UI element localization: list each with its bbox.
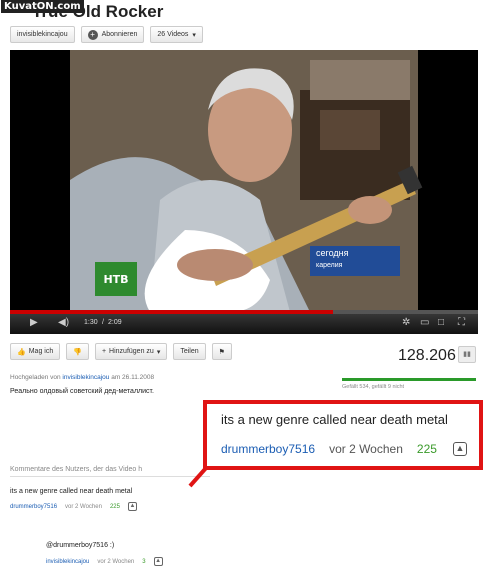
highlight-time: vor 2 Wochen xyxy=(329,442,403,456)
chevron-down-icon: ▾ xyxy=(156,348,161,356)
dislike-button[interactable]: 👎 xyxy=(66,343,89,360)
videos-count: 26 Videos xyxy=(157,31,189,38)
plus-icon: + xyxy=(87,29,98,40)
comment-meta: drummerboy7516 vor 2 Wochen 225 ▲ xyxy=(10,502,137,511)
videos-dropdown[interactable]: 26 Videos ▾ xyxy=(150,26,203,43)
large-player-icon[interactable]: □ xyxy=(438,317,444,329)
action-bar: 👍 Mag ich 👎 + Hinzufügen zu ▾ Teilen ⚑ xyxy=(10,343,232,360)
flag-icon: ⚑ xyxy=(218,348,225,356)
reply-text: @drummerboy7516 :) xyxy=(46,542,115,549)
fullscreen-icon[interactable]: ⛶ xyxy=(458,317,465,329)
highlight-meta: drummerboy7516 vor 2 Wochen 225 ▲ xyxy=(221,442,467,456)
time-total: 2:09 xyxy=(108,319,122,326)
gear-icon[interactable]: ✲ xyxy=(402,317,410,329)
highlight-user-link[interactable]: drummerboy7516 xyxy=(221,442,315,456)
thumbs-down-icon: 👎 xyxy=(73,348,82,356)
upload-user-link[interactable]: invisiblekincajou xyxy=(62,374,109,381)
thumbs-up-icon[interactable]: ▲ xyxy=(127,502,137,511)
highlighted-comment: its a new genre called near death metal … xyxy=(203,400,483,470)
channel-name: invisiblekincajou xyxy=(17,31,68,38)
upload-info: Hochgeladen von invisiblekincajou am 26.… xyxy=(10,374,154,381)
like-ratio-bar xyxy=(342,378,476,381)
highlight-score: 225 xyxy=(416,442,437,456)
bar-chart-icon: ▮▮ xyxy=(463,351,471,358)
upload-prefix: Hochgeladen von xyxy=(10,374,61,381)
like-label: Mag ich xyxy=(28,348,54,355)
small-player-icon[interactable]: ▭ xyxy=(420,317,429,329)
stats-button[interactable]: ▮▮ xyxy=(458,346,476,363)
reply-meta: invisiblekincajou vor 2 Wochen 3 ▲ xyxy=(46,557,163,566)
flag-button[interactable]: ⚑ xyxy=(211,343,232,360)
add-label: Hinzufügen zu xyxy=(109,348,154,355)
highlight-text: its a new genre called near death metal xyxy=(221,412,448,427)
video-player[interactable]: НТВ сегодня карелия xyxy=(10,50,478,312)
subscribe-button[interactable]: + Abonnieren xyxy=(80,26,145,43)
overlay-subcaption: карелия xyxy=(316,262,343,269)
video-frame xyxy=(10,50,478,312)
reply-time: vor 2 Wochen xyxy=(97,558,135,565)
chevron-down-icon: ▾ xyxy=(192,31,196,39)
time-current: 1:30 xyxy=(84,319,98,326)
player-controls: ▶ ◀) 1:30 / 2:09 ✲ ▭ □ ⛶ xyxy=(10,312,478,334)
thumbs-up-icon: 👍 xyxy=(17,348,26,356)
overlay-caption: сегодня xyxy=(316,248,349,258)
likes-text: Gefällt 534, gefällt 9 nicht xyxy=(342,384,405,390)
channel-bar: invisiblekincajou + Abonnieren 26 Videos ▾ xyxy=(10,26,203,43)
progress-bar[interactable] xyxy=(10,310,478,314)
comment-user-link[interactable]: drummerboy7516 xyxy=(10,504,57,510)
add-to-button[interactable]: + Hinzufügen zu ▾ xyxy=(94,343,168,360)
comment-time: vor 2 Wochen xyxy=(65,503,102,510)
like-ratio-fill xyxy=(342,378,474,381)
comment-score: 225 xyxy=(109,503,120,510)
video-description: Реально олдовый советский дед-металлист. xyxy=(10,388,154,395)
channel-name-button[interactable]: invisiblekincajou xyxy=(10,26,75,43)
share-button[interactable]: Teilen xyxy=(173,343,206,360)
thumbs-up-icon[interactable]: ▲ xyxy=(153,557,163,566)
share-label: Teilen xyxy=(180,348,199,355)
ntv-logo: НТВ xyxy=(103,272,129,286)
view-count: 128.206 xyxy=(398,347,456,364)
comments-heading: Kommentare des Nutzers, der das Video h xyxy=(10,466,143,473)
like-button[interactable]: 👍 Mag ich xyxy=(10,343,61,360)
reply-score: 3 xyxy=(142,558,146,565)
upload-date: am 26.11.2008 xyxy=(111,374,155,381)
volume-icon[interactable]: ◀) xyxy=(58,317,69,329)
site-watermark: KuvatON.com xyxy=(1,0,84,13)
thumbs-up-icon[interactable]: ▲ xyxy=(452,442,467,456)
progress-fill xyxy=(10,310,333,314)
play-icon[interactable]: ▶ xyxy=(30,317,38,329)
reply-user-link[interactable]: invisiblekincajou xyxy=(46,559,89,565)
plus-icon: + xyxy=(101,348,107,355)
subscribe-label: Abonnieren xyxy=(101,31,138,38)
divider xyxy=(10,476,210,477)
comment-text: its a new genre called near death metal xyxy=(10,488,133,495)
